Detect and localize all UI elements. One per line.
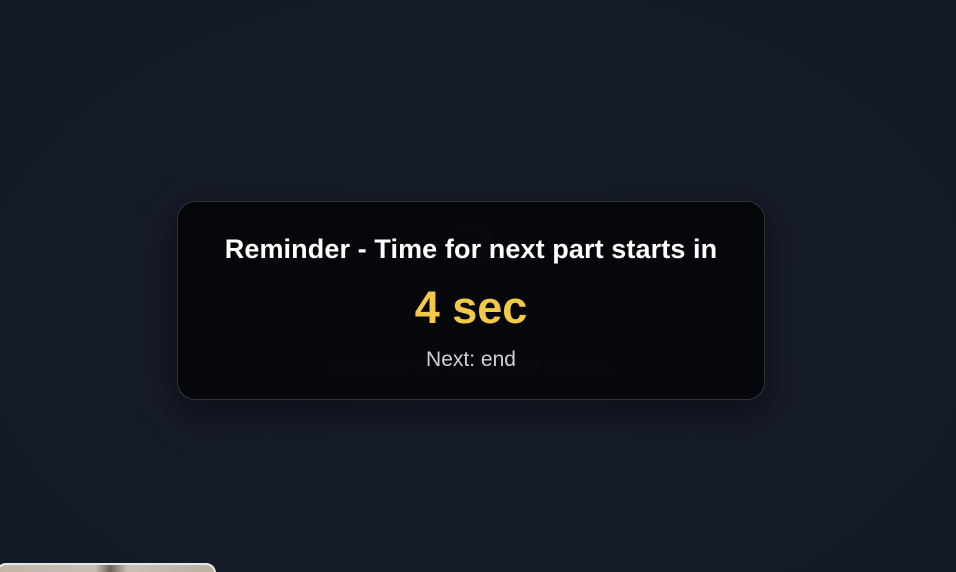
reminder-dialog: Reminder - Time for next part starts in … (177, 201, 765, 400)
self-video-thumbnail[interactable] (0, 563, 216, 572)
countdown-timer: 4 sec (414, 282, 528, 333)
reminder-title: Reminder - Time for next part starts in (224, 234, 718, 264)
next-part-label: Next: end (426, 348, 516, 371)
meeting-stage: Waiting for attendee to join... Reminder… (0, 0, 956, 572)
